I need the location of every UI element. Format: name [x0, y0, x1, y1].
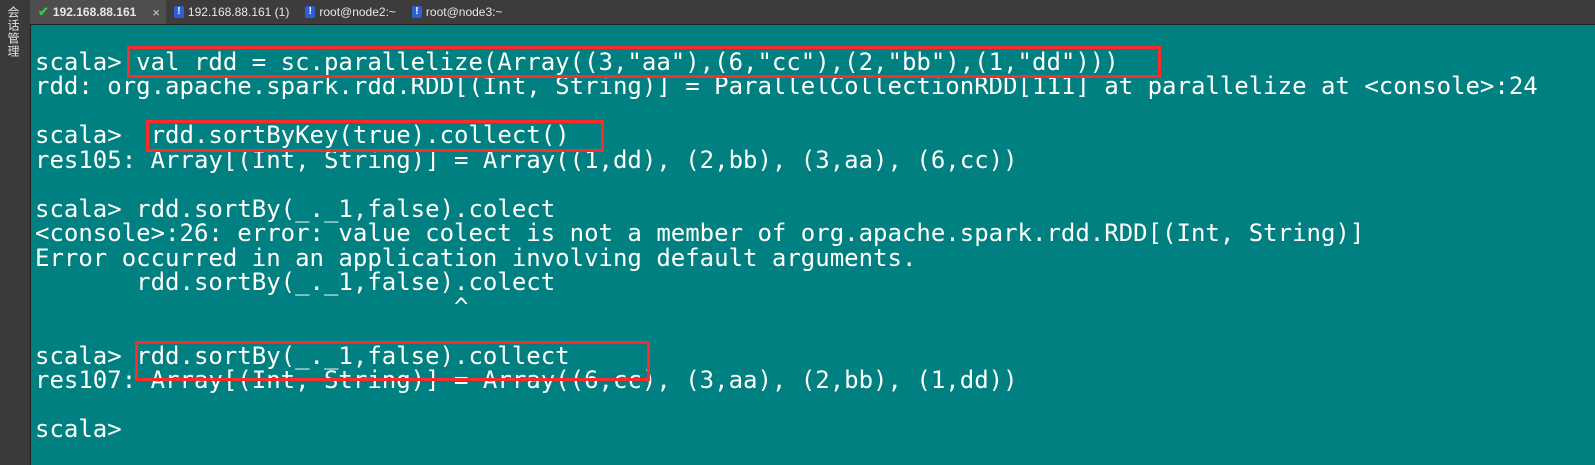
- close-icon[interactable]: ×: [152, 5, 160, 20]
- warning-icon: !: [173, 6, 184, 18]
- terminal-line: rdd: org.apache.spark.rdd.RDD[(Int, Stri…: [35, 72, 1538, 100]
- tab-bar: ✔ 192.168.88.161 × ! 192.168.88.161 (1) …: [30, 0, 1595, 25]
- terminal-line: <console>:26: error: value colect is not…: [35, 219, 1365, 247]
- tab-192-168-88-161-1[interactable]: ! 192.168.88.161 (1): [166, 0, 297, 24]
- terminal-line: scala> rdd.sortByKey(true).collect(): [35, 121, 570, 149]
- warning-icon: !: [305, 6, 316, 18]
- terminal-line: res107: Array[(Int, String)] = Array((6,…: [35, 366, 1018, 394]
- tab-label: 192.168.88.161: [52, 5, 137, 19]
- terminal-line: ^: [35, 293, 469, 321]
- terminal-line: res105: Array[(Int, String)] = Array((1,…: [35, 146, 1018, 174]
- terminal-output[interactable]: scala> val rdd = sc.parallelize(Array((3…: [31, 25, 1595, 465]
- tab-root-node2[interactable]: ! root@node2:~: [297, 0, 404, 24]
- warning-icon: !: [411, 6, 422, 18]
- tab-root-node3[interactable]: ! root@node3:~: [404, 0, 511, 24]
- session-manager-label: 会话管理: [6, 6, 20, 58]
- session-manager-sidebar[interactable]: 会话管理: [0, 0, 31, 465]
- terminal-line: rdd.sortBy(_._1,false).colect: [35, 268, 556, 296]
- terminal-line: scala>: [35, 415, 122, 443]
- tab-label: root@node3:~: [425, 5, 503, 19]
- check-icon: ✔: [38, 4, 49, 19]
- tab-label: 192.168.88.161 (1): [187, 5, 290, 19]
- tab-192-168-88-161[interactable]: ✔ 192.168.88.161 ×: [30, 0, 166, 24]
- tab-label: root@node2:~: [319, 5, 396, 19]
